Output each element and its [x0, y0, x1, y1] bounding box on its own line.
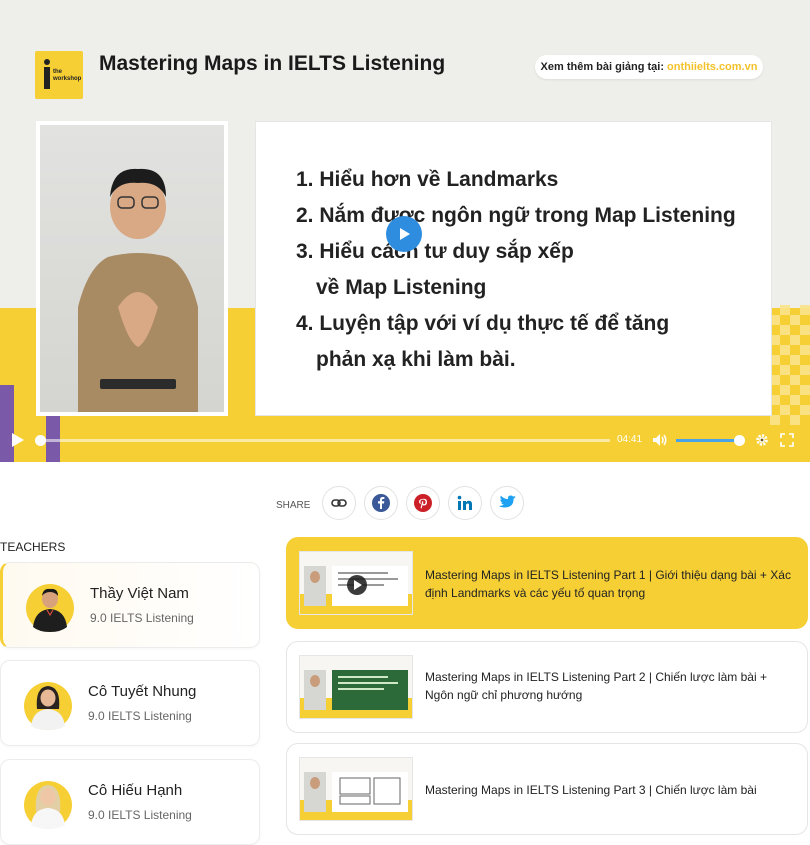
video-player[interactable]: the workshop Mastering Maps in IELTS Lis…	[0, 0, 810, 462]
time-remaining: 04:41	[617, 434, 643, 445]
lesson-item[interactable]: Mastering Maps in IELTS Listening Part 1…	[286, 537, 808, 629]
play-button[interactable]	[12, 433, 24, 447]
volume-handle[interactable]	[734, 435, 745, 446]
copy-link-button[interactable]	[322, 486, 356, 520]
twitter-share-button[interactable]	[490, 486, 524, 520]
slide-list: 1. Hiểu hơn về Landmarks 2. Nắm được ngô…	[296, 162, 736, 378]
facebook-icon	[372, 494, 390, 512]
teacher-score: 9.0 IELTS Listening	[88, 709, 192, 723]
lesson-title: Mastering Maps in IELTS Listening Part 2…	[425, 670, 767, 702]
lesson-title: Mastering Maps in IELTS Listening Part 3…	[425, 783, 757, 797]
teacher-name: Cô Hiếu Hạnh	[88, 782, 183, 799]
teacher-camera	[36, 121, 228, 416]
pinterest-icon	[414, 494, 432, 512]
lesson-thumbnail	[299, 757, 413, 821]
slide-item: 1. Hiểu hơn về Landmarks	[296, 168, 559, 191]
share-label: SHARE	[276, 500, 311, 511]
volume-slider[interactable]	[676, 439, 738, 442]
video-title: Mastering Maps in IELTS Listening	[99, 52, 446, 75]
avatar	[24, 682, 72, 730]
play-icon	[400, 228, 410, 240]
pill-url: onthiielts.com.vn	[667, 61, 758, 73]
teacher-card[interactable]: Cô Tuyết Nhung 9.0 IELTS Listening	[0, 660, 260, 746]
decor-stripe	[46, 410, 60, 462]
decor-stripe	[0, 385, 14, 462]
avatar	[24, 781, 72, 829]
linkedin-share-button[interactable]	[448, 486, 482, 520]
pill-label: Xem thêm bài giảng tại:	[540, 61, 664, 73]
volume-icon[interactable]	[652, 433, 668, 447]
center-play-button[interactable]	[386, 216, 422, 252]
workshop-logo: the workshop	[35, 51, 83, 99]
lesson-item[interactable]: Mastering Maps in IELTS Listening Part 2…	[286, 641, 808, 733]
teacher-figure	[78, 168, 198, 412]
slide-item: 3. Hiểu cách tư duy sắp xếp về Map Listen…	[296, 240, 574, 299]
twitter-icon	[498, 495, 516, 508]
teacher-score: 9.0 IELTS Listening	[90, 611, 194, 625]
linkedin-icon	[457, 495, 472, 510]
progress-bar[interactable]	[38, 439, 610, 442]
teacher-score: 9.0 IELTS Listening	[88, 808, 192, 822]
checker-pattern	[770, 305, 810, 425]
fullscreen-icon[interactable]	[780, 433, 794, 447]
logo-text: the workshop	[53, 69, 82, 82]
slide-item: 2. Nắm được ngôn ngữ trong Map Listening	[296, 204, 736, 227]
pinterest-share-button[interactable]	[406, 486, 440, 520]
lesson-item[interactable]: Mastering Maps in IELTS Listening Part 3…	[286, 743, 808, 835]
website-pill: Xem thêm bài giảng tại: onthiielts.com.v…	[535, 55, 763, 79]
lesson-thumbnail	[299, 655, 413, 719]
lesson-slide: 1. Hiểu hơn về Landmarks 2. Nắm được ngô…	[255, 121, 772, 416]
share-bar: SHARE	[0, 486, 810, 520]
gear-icon[interactable]	[755, 433, 769, 447]
teachers-heading: TEACHERS	[0, 540, 66, 554]
avatar	[26, 584, 74, 632]
teacher-name: Cô Tuyết Nhung	[88, 683, 197, 700]
teacher-card[interactable]: Thầy Việt Nam 9.0 IELTS Listening	[0, 562, 260, 648]
teacher-card[interactable]: Cô Hiếu Hạnh 9.0 IELTS Listening	[0, 759, 260, 845]
teacher-name: Thầy Việt Nam	[90, 585, 189, 602]
slide-item: 4. Luyện tập với ví dụ thực tế để tăng ph…	[296, 312, 670, 371]
link-icon	[331, 499, 347, 507]
lesson-title: Mastering Maps in IELTS Listening Part 1…	[425, 568, 791, 600]
lesson-thumbnail	[299, 551, 413, 615]
facebook-share-button[interactable]	[364, 486, 398, 520]
progress-handle[interactable]	[35, 435, 46, 446]
